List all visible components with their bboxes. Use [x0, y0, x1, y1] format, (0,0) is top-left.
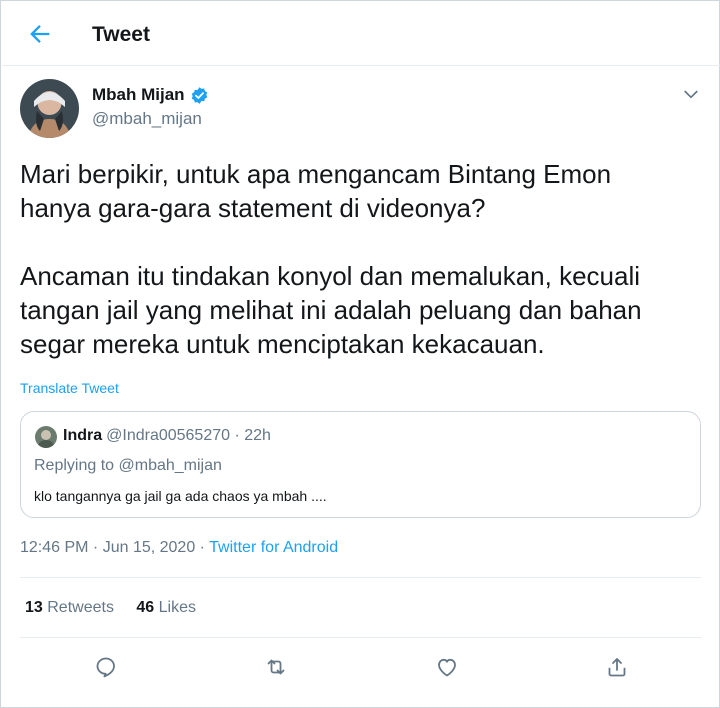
tweet-text-line: hanya gara-gara statement di videonya? [20, 193, 486, 223]
quoted-header: Indra @Indra00565270 · 22h [63, 427, 271, 445]
author-handle[interactable]: @mbah_mijan [92, 109, 202, 129]
verified-badge-icon [191, 86, 207, 104]
likes-stat[interactable]: 46 Likes [136, 599, 196, 617]
author-avatar[interactable] [20, 79, 79, 138]
quoted-tweet[interactable]: Indra @Indra00565270 · 22h Replying to @m… [20, 411, 701, 518]
tweet-meta: 12:46 PM · Jun 15, 2020 · Twitter for An… [20, 539, 338, 557]
retweets-count: 13 [25, 599, 43, 616]
divider [20, 637, 701, 638]
tweet-source-link[interactable]: Twitter for Android [209, 539, 338, 556]
chevron-down-icon[interactable] [681, 84, 701, 104]
retweet-icon[interactable] [264, 655, 288, 679]
tweet-page: Tweet Mbah Mijan @mbah_mijan Mari berpik… [0, 0, 720, 708]
tweet-text: Mari berpikir, untuk apa mengancam Binta… [20, 157, 710, 361]
quoted-text: klo tangannya ga jail ga ada chaos ya mb… [34, 488, 327, 504]
quoted-replying-to: Replying to @mbah_mijan [34, 457, 222, 474]
translate-tweet-link[interactable]: Translate Tweet [20, 380, 119, 396]
divider [20, 577, 701, 578]
back-arrow-icon[interactable] [26, 20, 54, 48]
quoted-author-name: Indra [63, 427, 103, 444]
author-name-row[interactable]: Mbah Mijan [92, 85, 209, 105]
reply-icon[interactable] [94, 655, 118, 679]
retweets-label: Retweets [47, 599, 114, 616]
quoted-avatar [35, 426, 57, 448]
tweet-text-line: segar mereka untuk menciptakan kekacauan… [20, 329, 545, 359]
tweet-stats: 13 Retweets 46 Likes [25, 599, 196, 617]
retweets-stat[interactable]: 13 Retweets [25, 599, 114, 617]
author-name[interactable]: Mbah Mijan [92, 85, 185, 105]
tweet-text-line: Mari berpikir, untuk apa mengancam Binta… [20, 159, 612, 189]
like-icon[interactable] [435, 655, 459, 679]
tweet-timestamp[interactable]: 12:46 PM · Jun 15, 2020 · [20, 539, 209, 556]
likes-label: Likes [158, 599, 197, 616]
tweet-text-line: tangan jail yang melihat ini adalah pelu… [20, 295, 642, 325]
share-icon[interactable] [605, 655, 629, 679]
top-bar: Tweet [2, 2, 720, 66]
quoted-author-meta: @Indra00565270 · 22h [106, 427, 271, 444]
likes-count: 46 [136, 599, 155, 616]
tweet-text-line: Ancaman itu tindakan konyol dan memaluka… [20, 261, 641, 291]
page-title: Tweet [92, 23, 150, 46]
